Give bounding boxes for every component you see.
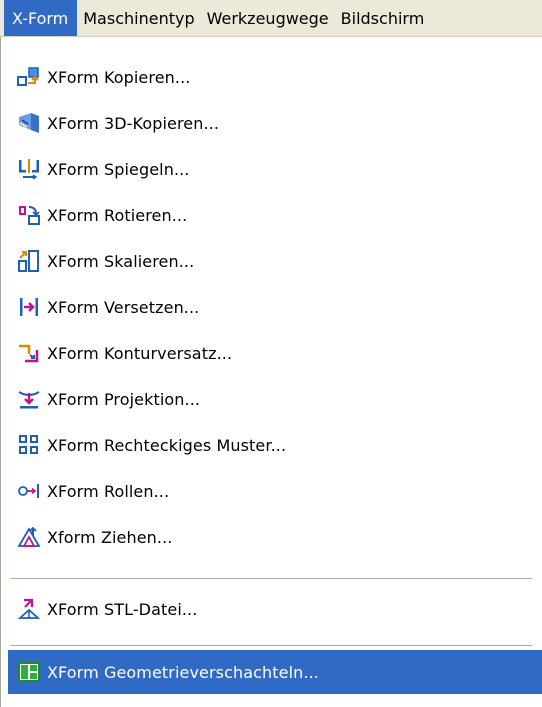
drag-icon <box>17 525 41 549</box>
menu-item-label: XForm Rotieren... <box>47 205 188 225</box>
menu-item-label: XForm Projektion... <box>47 389 201 409</box>
menubar-werkzeugwege[interactable]: Werkzeugwege <box>201 0 335 36</box>
xform-dropdown-menu: XForm Kopieren... XForm 3D-Kopieren... X… <box>0 37 542 707</box>
menu-item-label: XForm Versetzen... <box>47 297 200 317</box>
menu-item-label: Xform Ziehen... <box>47 527 173 547</box>
menu-item-label: XForm Konturversatz... <box>47 343 233 363</box>
menu-item-label: XForm STL-Datei... <box>47 599 198 619</box>
stl-file-icon <box>17 597 41 621</box>
rectangular-pattern-icon <box>17 433 41 457</box>
mirror-icon <box>17 157 41 181</box>
menu-item-3d-kopieren[interactable]: XForm 3D-Kopieren... <box>9 101 534 145</box>
translate-icon <box>17 295 41 319</box>
menubar-xform[interactable]: X-Form <box>4 0 78 36</box>
menu-separator <box>11 578 532 580</box>
rotate-icon <box>17 203 41 227</box>
roll-icon <box>17 479 41 503</box>
menu-bar: X-Form Maschinentyp Werkzeugwege Bildsch… <box>0 0 542 37</box>
menu-item-stl-datei[interactable]: XForm STL-Datei... <box>9 587 534 631</box>
copy-icon <box>17 65 41 89</box>
menu-item-spiegeln[interactable]: XForm Spiegeln... <box>9 147 534 191</box>
menu-item-geometrieverschachteln[interactable]: XForm Geometrieverschachteln... <box>8 650 542 694</box>
menu-item-rotieren[interactable]: XForm Rotieren... <box>9 193 534 237</box>
menu-separator <box>11 645 532 647</box>
nesting-icon <box>17 660 41 684</box>
projection-icon <box>17 387 41 411</box>
menu-item-rechteckiges-muster[interactable]: XForm Rechteckiges Muster... <box>9 423 534 467</box>
menu-item-label: XForm Rollen... <box>47 481 170 501</box>
menu-item-projektion[interactable]: XForm Projektion... <box>9 377 534 421</box>
menu-item-versetzen[interactable]: XForm Versetzen... <box>9 285 534 329</box>
menu-item-skalieren[interactable]: XForm Skalieren... <box>9 239 534 283</box>
menu-item-label: XForm Spiegeln... <box>47 159 190 179</box>
3d-copy-icon <box>17 111 41 135</box>
menu-item-kopieren[interactable]: XForm Kopieren... <box>9 55 534 99</box>
menu-item-label: XForm 3D-Kopieren... <box>47 113 220 133</box>
menu-item-label: XForm Geometrieverschachteln... <box>47 662 319 682</box>
menu-item-konturversatz[interactable]: XForm Konturversatz... <box>9 331 534 375</box>
menu-item-label: XForm Rechteckiges Muster... <box>47 435 287 455</box>
menu-item-ziehen[interactable]: Xform Ziehen... <box>9 515 534 559</box>
menu-item-rollen[interactable]: XForm Rollen... <box>9 469 534 513</box>
contour-offset-icon <box>17 341 41 365</box>
menu-item-label: XForm Skalieren... <box>47 251 195 271</box>
menubar-maschinentyp[interactable]: Maschinentyp <box>77 0 200 36</box>
menubar-bildschirm[interactable]: Bildschirm <box>335 0 431 36</box>
scale-icon <box>17 249 41 273</box>
menu-item-label: XForm Kopieren... <box>47 67 191 87</box>
